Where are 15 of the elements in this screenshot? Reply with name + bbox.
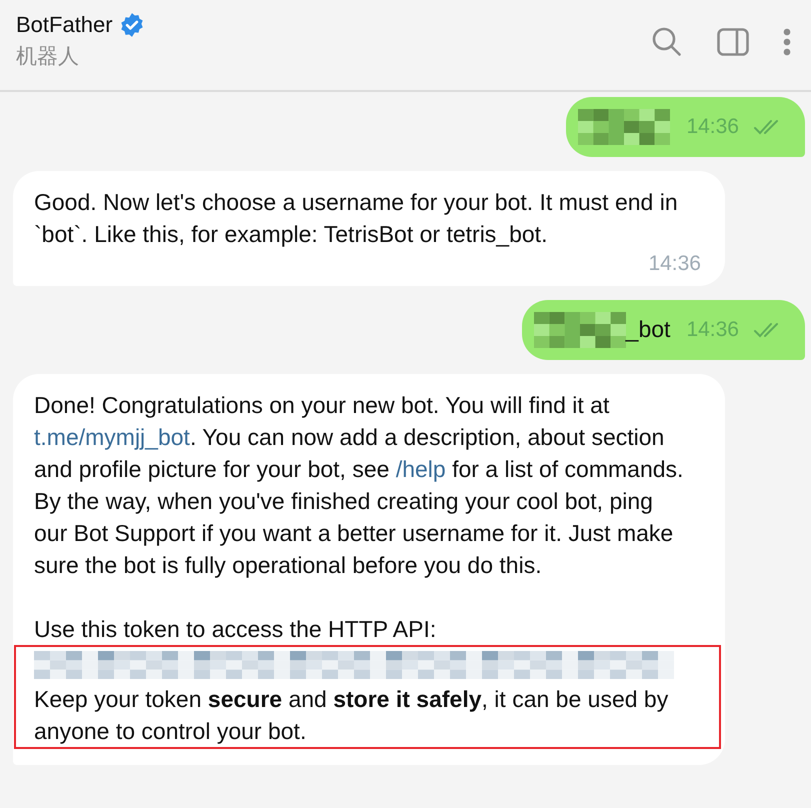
message-time: 14:36: [686, 114, 739, 140]
message-text: Use this token to access the HTTP API:: [34, 614, 438, 644]
message-text: Good. Now let's choose a username for your bot. It must end in `bot`. Like this, for example: TetrisBot or tetris_bot.: [34, 188, 679, 249]
message-time: 14:36: [648, 251, 701, 277]
message-text: _bot: [626, 315, 670, 344]
message-text: Keep your token secure and store it safely, it can be used by anyone to control your bot.: [34, 684, 670, 746]
chat-title: BotFather: [16, 11, 113, 39]
chat-subtitle: 机器人: [16, 44, 80, 70]
more-menu-button[interactable]: [783, 28, 791, 56]
search-button[interactable]: [651, 26, 683, 58]
message-time: 14:36: [686, 316, 739, 343]
message-link[interactable]: t.me/mymjj_bot: [34, 424, 190, 450]
message-text: Done! Congratulations on your new bot. You will find it at t.me/mymjj_bot. You can now add a description, about section and profile picture for your bot, see /help for a list of commands. By the way, when you've finished creating your cool bot, ping our Bot Support if you want a better username for it. Just make sure the bot is fully operational before you do this.: [34, 390, 684, 580]
sidebar-toggle-button[interactable]: [717, 28, 749, 56]
message-link[interactable]: /help: [396, 456, 446, 482]
